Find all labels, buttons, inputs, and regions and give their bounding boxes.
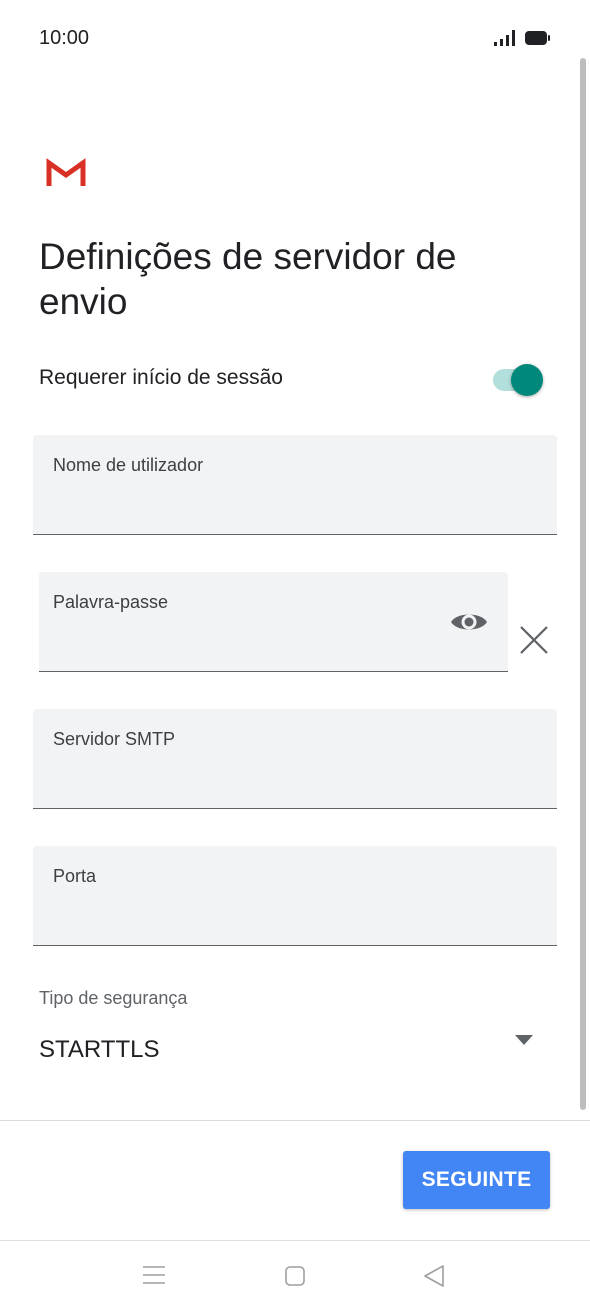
username-field[interactable]: Nome de utilizador: [33, 435, 557, 535]
status-time: 10:00: [39, 27, 90, 49]
security-type-value: STARTTLS: [39, 1036, 160, 1063]
password-field[interactable]: Palavra-passe: [39, 572, 508, 672]
security-type-label: Tipo de segurança: [39, 988, 188, 1008]
require-signin-toggle[interactable]: [493, 364, 545, 396]
screen: 10:00 Definições de servidor de envio Re…: [0, 0, 590, 1312]
home-icon[interactable]: [284, 1265, 306, 1287]
password-label: Palavra-passe: [53, 592, 169, 612]
port-label: Porta: [53, 866, 97, 886]
smtp-server-field[interactable]: Servidor SMTP: [33, 709, 557, 809]
battery-icon: [525, 31, 550, 45]
smtp-server-label: Servidor SMTP: [53, 729, 176, 749]
navigation-bar: [0, 1240, 590, 1312]
page-title: Definições de servidor de envio: [39, 236, 457, 322]
menu-icon[interactable]: [142, 1265, 166, 1285]
footer-divider: [0, 1120, 590, 1121]
next-button[interactable]: SEGUINTE: [403, 1151, 550, 1209]
require-signin-label: Requerer início de sessão: [39, 366, 283, 389]
port-field[interactable]: Porta: [33, 846, 557, 946]
require-signin-row[interactable]: Requerer início de sessão: [39, 360, 549, 400]
signal-icon: [494, 30, 515, 46]
dropdown-arrow-icon: [515, 1035, 533, 1045]
toggle-thumb: [511, 364, 543, 396]
clear-password-icon[interactable]: [518, 624, 550, 656]
scrollbar[interactable]: [580, 58, 586, 1110]
username-label: Nome de utilizador: [53, 455, 204, 475]
status-bar: 10:00: [0, 0, 590, 80]
back-icon[interactable]: [423, 1264, 445, 1288]
gmail-logo: [46, 158, 86, 186]
security-type-select[interactable]: STARTTLS: [39, 1030, 539, 1070]
eye-icon[interactable]: [450, 608, 488, 636]
